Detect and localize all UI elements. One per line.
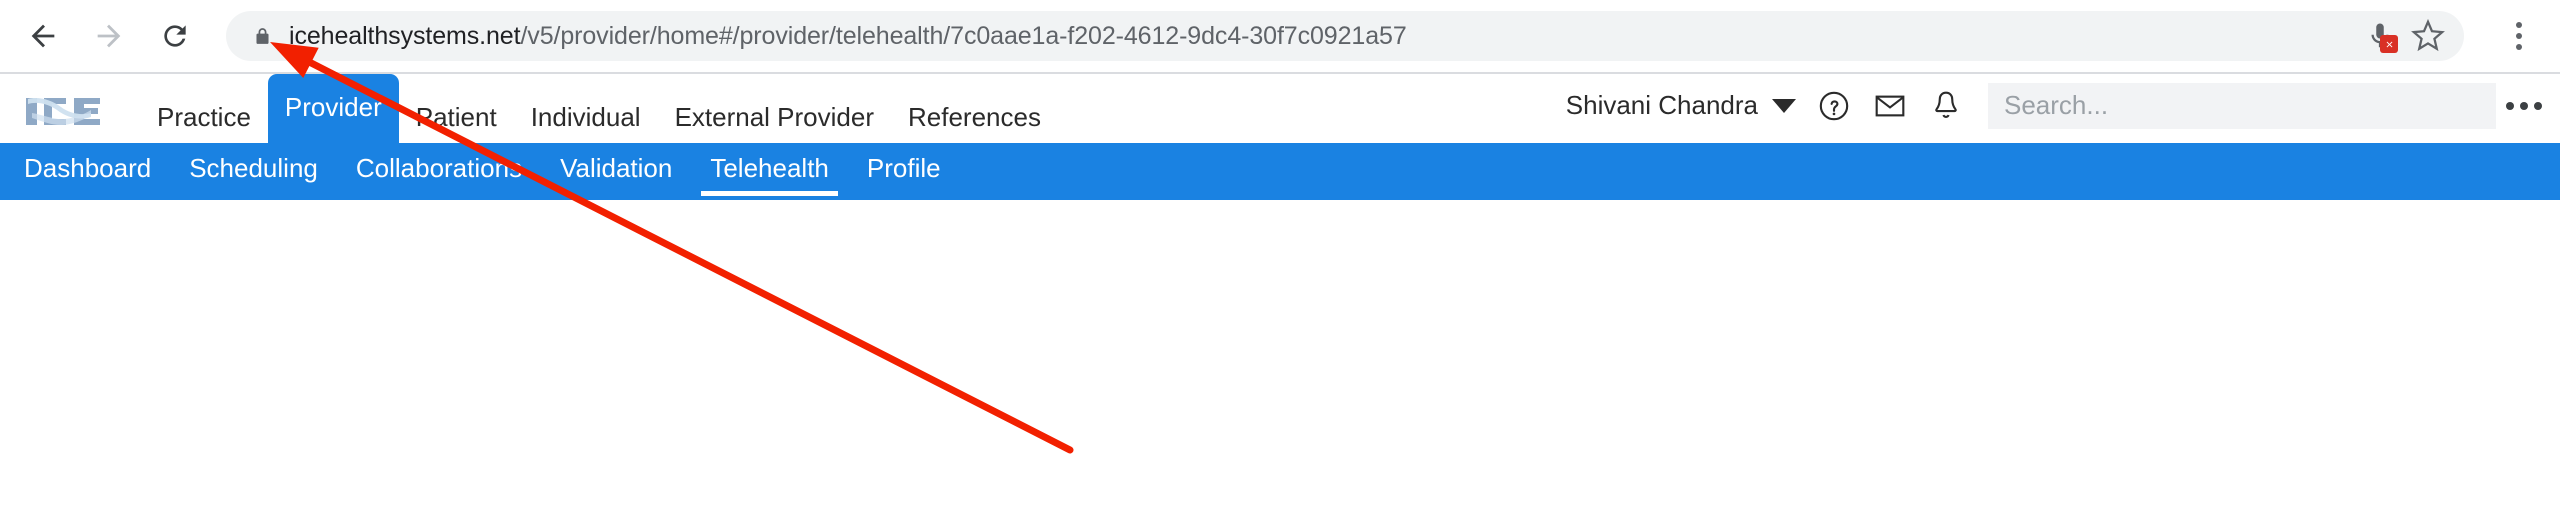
url-host: icehealthsystems.net xyxy=(289,23,521,49)
sub-nav-item-telehealth[interactable]: Telehealth xyxy=(691,143,848,196)
app-header: Practice Provider Patient Individual Ext… xyxy=(0,74,2560,143)
sub-nav-item-collaborations[interactable]: Collaborations xyxy=(337,143,541,193)
chevron-down-icon xyxy=(1772,98,1796,113)
sub-nav-item-dashboard[interactable]: Dashboard xyxy=(5,143,170,193)
sub-nav-item-profile[interactable]: Profile xyxy=(848,143,960,193)
primary-nav: Practice Provider Patient Individual Ext… xyxy=(140,74,1058,143)
primary-nav-item-individual[interactable]: Individual xyxy=(514,91,658,143)
chrome-menu-icon[interactable] xyxy=(2490,7,2548,65)
primary-nav-item-provider[interactable]: Provider xyxy=(267,74,399,143)
microphone-blocked-icon[interactable] xyxy=(2356,12,2404,60)
envelope-icon[interactable] xyxy=(1862,78,1918,134)
ellipsis-icon[interactable] xyxy=(2506,83,2542,129)
primary-nav-item-patient[interactable]: Patient xyxy=(399,91,514,143)
user-name: Shivani Chandra xyxy=(1565,90,1758,120)
bell-icon[interactable] xyxy=(1918,78,1974,134)
primary-nav-item-external-provider[interactable]: External Provider xyxy=(658,91,891,143)
sub-nav-item-validation[interactable]: Validation xyxy=(541,143,691,193)
sub-nav: Dashboard Scheduling Collaborations Vali… xyxy=(0,143,2560,200)
search-input[interactable] xyxy=(2004,90,2480,121)
browser-back-button[interactable] xyxy=(14,7,72,65)
header-actions: Shivani Chandra xyxy=(1566,74,2560,143)
sub-nav-item-scheduling[interactable]: Scheduling xyxy=(170,143,337,193)
address-bar[interactable]: icehealthsystems.net/v5/provider/home#/p… xyxy=(226,11,2464,61)
browser-window: icehealthsystems.net/v5/provider/home#/p… xyxy=(0,0,2560,524)
ice-logo[interactable] xyxy=(22,93,104,130)
browser-reload-button[interactable] xyxy=(146,7,204,65)
primary-nav-item-references[interactable]: References xyxy=(891,91,1058,143)
url-path: /v5/provider/home#/provider/telehealth/7… xyxy=(520,23,1407,49)
microphone-blocked-badge xyxy=(2380,35,2398,53)
omnibox-actions xyxy=(2356,11,2464,61)
search-input-wrapper[interactable] xyxy=(1988,82,2496,129)
url-text: icehealthsystems.net/v5/provider/home#/p… xyxy=(289,24,1407,49)
browser-forward-button[interactable] xyxy=(80,7,138,65)
primary-nav-item-practice[interactable]: Practice xyxy=(140,91,268,143)
question-circle-icon[interactable] xyxy=(1806,78,1862,134)
star-icon[interactable] xyxy=(2404,12,2452,60)
chrome-menu-dots xyxy=(2516,22,2522,50)
browser-toolbar: icehealthsystems.net/v5/provider/home#/p… xyxy=(0,0,2560,72)
user-menu[interactable]: Shivani Chandra xyxy=(1566,90,1796,121)
lock-icon[interactable] xyxy=(252,24,272,48)
page-content-area xyxy=(0,200,2560,524)
